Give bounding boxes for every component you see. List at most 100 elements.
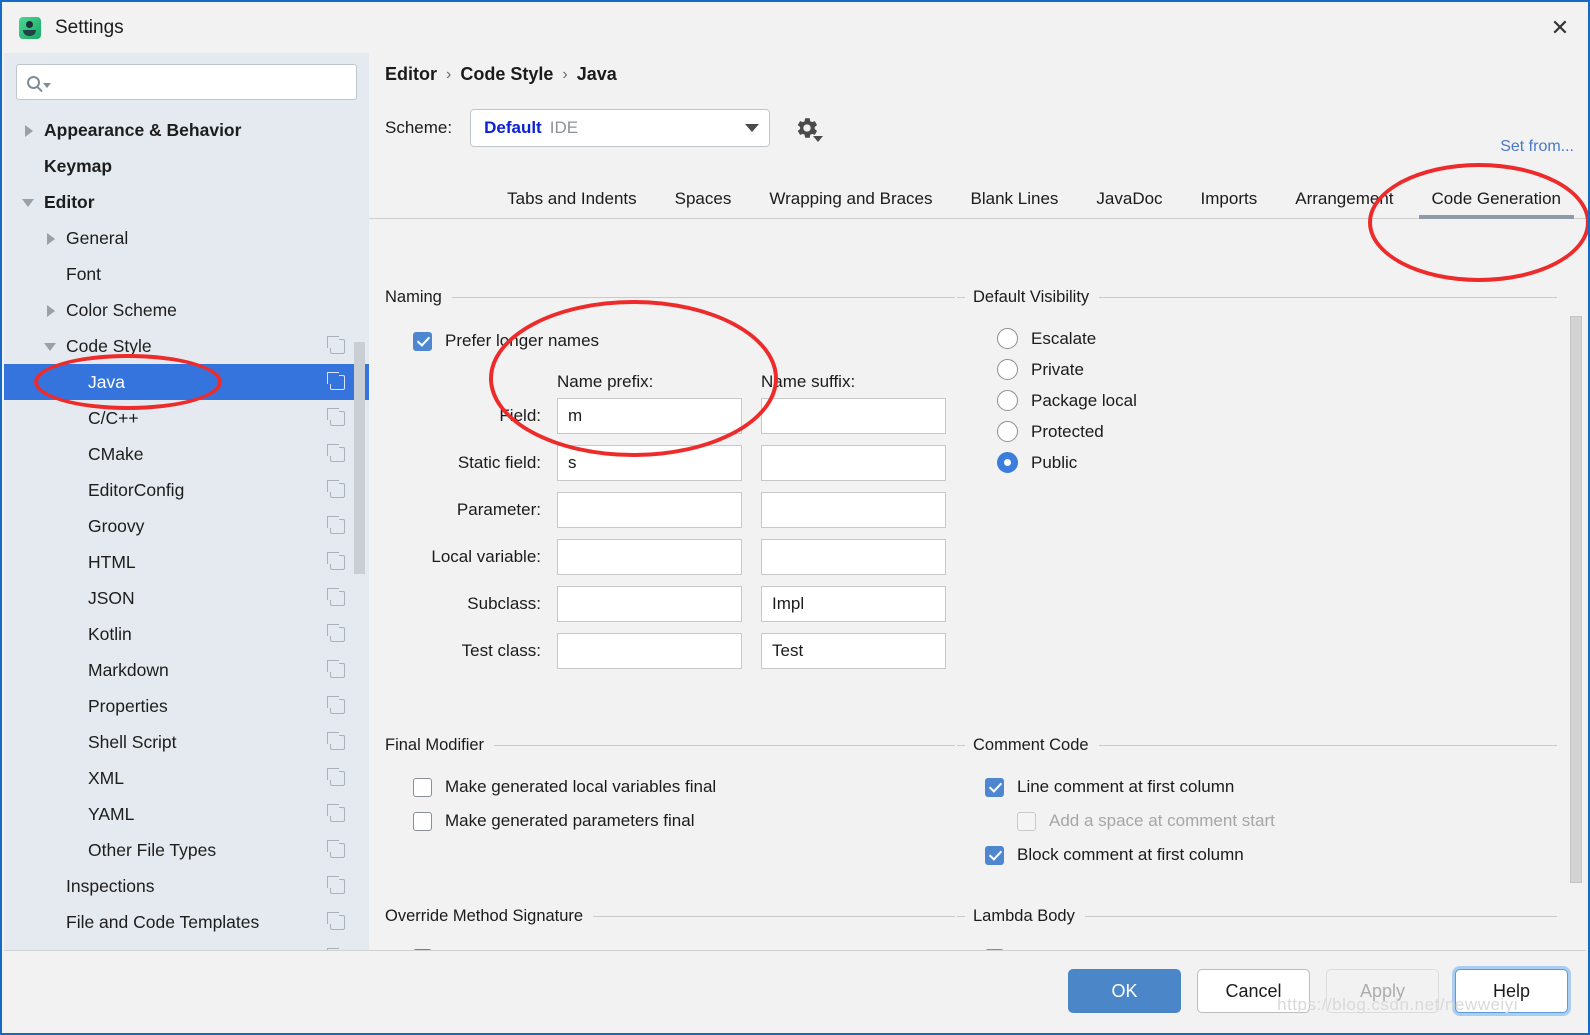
sidebar-item-markdown[interactable]: Markdown (4, 652, 369, 688)
name-suffix-input[interactable]: Test (761, 633, 946, 669)
copy-scheme-icon[interactable] (327, 875, 345, 894)
radio-button[interactable] (997, 390, 1018, 411)
chevron-right-icon[interactable] (44, 303, 58, 317)
tab-blank-lines[interactable]: Blank Lines (952, 179, 1078, 219)
radio-row[interactable]: Escalate (997, 328, 1557, 349)
copy-scheme-icon[interactable] (327, 767, 345, 786)
radio-row[interactable]: Public (997, 452, 1557, 473)
name-suffix-input[interactable] (761, 445, 946, 481)
checkbox[interactable] (985, 777, 1004, 797)
radio-row[interactable]: Package local (997, 390, 1557, 411)
tab-arrangement[interactable]: Arrangement (1276, 179, 1412, 219)
prefer-longer-names-checkbox[interactable] (413, 331, 432, 351)
sidebar-item-editor[interactable]: Editor (4, 184, 369, 220)
gear-icon[interactable] (794, 115, 824, 142)
copy-scheme-icon[interactable] (327, 515, 345, 534)
copy-scheme-icon[interactable] (327, 659, 345, 678)
copy-scheme-icon[interactable] (327, 839, 345, 858)
radio-button[interactable] (997, 359, 1018, 380)
help-button[interactable]: Help (1455, 969, 1568, 1013)
sidebar-item-appearance-behavior[interactable]: Appearance & Behavior (4, 112, 369, 148)
sidebar-item-yaml[interactable]: YAML (4, 796, 369, 832)
checkbox-row[interactable]: Line comment at first column (985, 777, 1557, 797)
copy-scheme-icon[interactable] (327, 803, 345, 822)
checkbox[interactable] (413, 777, 432, 797)
sidebar-item-inspections[interactable]: Inspections (4, 868, 369, 904)
copy-scheme-icon[interactable] (327, 479, 345, 498)
tab-wrapping-and-braces[interactable]: Wrapping and Braces (750, 179, 951, 219)
sidebar-item-shell-script[interactable]: Shell Script (4, 724, 369, 760)
tab-spaces[interactable]: Spaces (656, 179, 751, 219)
checkbox-row[interactable]: Make generated parameters final (413, 811, 955, 831)
prefer-longer-names-row[interactable]: Prefer longer names (413, 331, 955, 351)
radio-row[interactable]: Private (997, 359, 1557, 380)
sidebar-item-cmake[interactable]: CMake (4, 436, 369, 472)
sidebar-scrollbar[interactable] (354, 342, 365, 574)
radio-button[interactable] (997, 421, 1018, 442)
tab-code-generation[interactable]: Code Generation (1413, 179, 1580, 219)
sidebar-item-groovy[interactable]: Groovy (4, 508, 369, 544)
sidebar-item-html[interactable]: HTML (4, 544, 369, 580)
sidebar-item-file-and-code-templates[interactable]: File and Code Templates (4, 904, 369, 940)
sidebar-item-java[interactable]: Java (4, 364, 369, 400)
cancel-button[interactable]: Cancel (1197, 969, 1310, 1013)
name-prefix-input[interactable]: m (557, 398, 742, 434)
name-suffix-input[interactable] (761, 398, 946, 434)
ok-button[interactable]: OK (1068, 969, 1181, 1013)
chevron-right-icon[interactable] (22, 123, 36, 137)
checkbox-row[interactable]: Make generated local variables final (413, 777, 955, 797)
checkbox-row[interactable]: Block comment at first column (985, 845, 1557, 865)
breadcrumb-editor[interactable]: Editor (385, 64, 437, 85)
set-from-link[interactable]: Set from... (1500, 138, 1574, 156)
name-prefix-input[interactable] (557, 492, 742, 528)
name-prefix-input[interactable]: s (557, 445, 742, 481)
breadcrumb-java[interactable]: Java (577, 64, 617, 85)
checkbox[interactable] (413, 811, 432, 831)
content-scrollbar[interactable] (1570, 316, 1582, 883)
chevron-right-icon[interactable] (44, 231, 58, 245)
scheme-dropdown[interactable]: Default IDE (470, 109, 771, 147)
sidebar-item-font[interactable]: Font (4, 256, 369, 292)
tab-javadoc[interactable]: JavaDoc (1077, 179, 1181, 219)
close-icon[interactable]: ✕ (1532, 2, 1588, 53)
copy-scheme-icon[interactable] (327, 911, 345, 930)
chevron-down-icon[interactable] (22, 195, 36, 209)
copy-scheme-icon[interactable] (327, 443, 345, 462)
radio-button[interactable] (997, 452, 1018, 473)
sidebar-item-file-encodings[interactable]: File Encodings (4, 940, 369, 950)
tab-imports[interactable]: Imports (1182, 179, 1277, 219)
name-suffix-input[interactable]: Impl (761, 586, 946, 622)
copy-scheme-icon[interactable] (327, 587, 345, 606)
sidebar-item-other-file-types[interactable]: Other File Types (4, 832, 369, 868)
checkbox[interactable] (985, 845, 1004, 865)
sidebar-item-kotlin[interactable]: Kotlin (4, 616, 369, 652)
copy-scheme-icon[interactable] (327, 695, 345, 714)
sidebar-item-keymap[interactable]: Keymap (4, 148, 369, 184)
copy-scheme-icon[interactable] (327, 731, 345, 750)
sidebar-item-editorconfig[interactable]: EditorConfig (4, 472, 369, 508)
search-input[interactable] (16, 64, 357, 100)
copy-scheme-icon[interactable] (327, 623, 345, 642)
sidebar-item-code-style[interactable]: Code Style (4, 328, 369, 364)
copy-scheme-icon[interactable] (327, 551, 345, 570)
name-suffix-input[interactable] (761, 539, 946, 575)
radio-button[interactable] (997, 328, 1018, 349)
copy-scheme-icon[interactable] (327, 371, 345, 390)
copy-scheme-icon[interactable] (327, 407, 345, 426)
chevron-down-icon[interactable] (44, 339, 58, 353)
sidebar-item-properties[interactable]: Properties (4, 688, 369, 724)
name-prefix-input[interactable] (557, 633, 742, 669)
radio-row[interactable]: Protected (997, 421, 1557, 442)
copy-scheme-icon[interactable] (327, 335, 345, 354)
sidebar-item-general[interactable]: General (4, 220, 369, 256)
sidebar-item-xml[interactable]: XML (4, 760, 369, 796)
breadcrumb-code-style[interactable]: Code Style (460, 64, 553, 85)
name-prefix-input[interactable] (557, 539, 742, 575)
name-suffix-input[interactable] (761, 492, 946, 528)
sidebar-item-c-c[interactable]: C/C++ (4, 400, 369, 436)
sidebar-item-color-scheme[interactable]: Color Scheme (4, 292, 369, 328)
tab-tabs-and-indents[interactable]: Tabs and Indents (488, 179, 655, 219)
sidebar-item-json[interactable]: JSON (4, 580, 369, 616)
name-prefix-input[interactable] (557, 586, 742, 622)
